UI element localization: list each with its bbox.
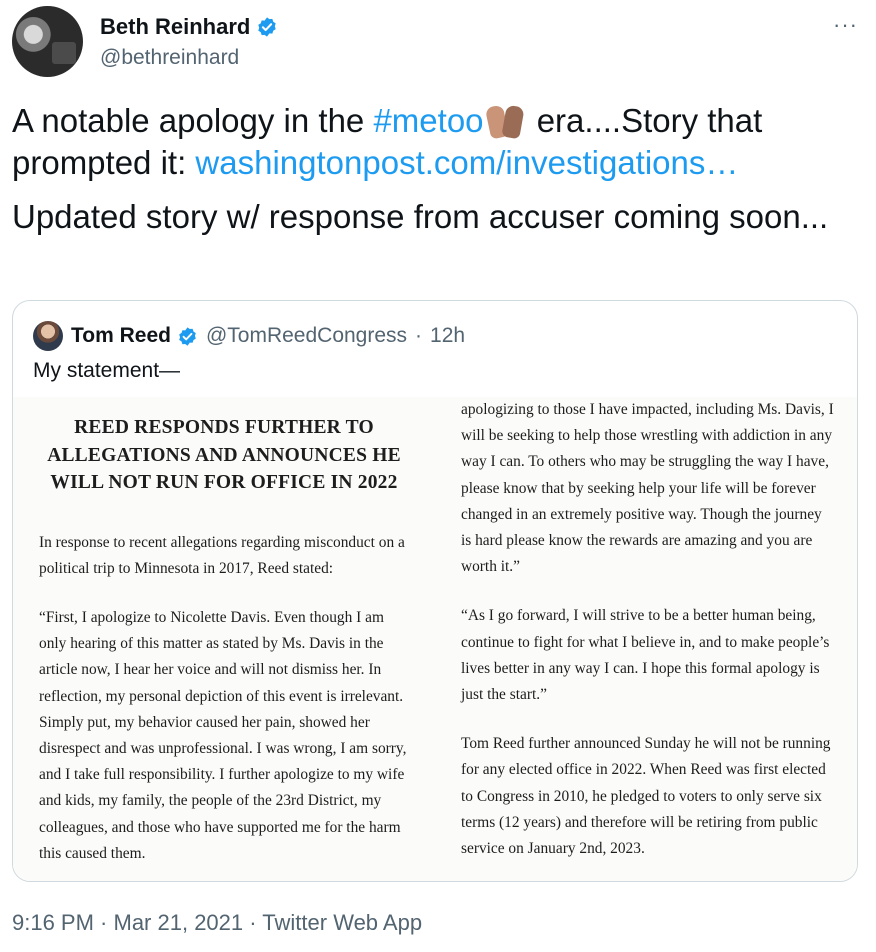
- statement-paragraph: “First, I apologize to Nicolette Davis. …: [39, 608, 407, 862]
- author-name[interactable]: Beth Reinhard: [100, 14, 250, 40]
- statement-image[interactable]: REED RESPONDS FURTHER TO ALLEGATIONS AND…: [13, 397, 857, 881]
- statement-left-column: REED RESPONDS FURTHER TO ALLEGATIONS AND…: [39, 411, 409, 867]
- statement-title: REED RESPONDS FURTHER TO ALLEGATIONS AND…: [47, 417, 401, 493]
- verified-badge-icon: [258, 17, 277, 37]
- separator: ·: [93, 910, 114, 935]
- statement-right-column: apologizing to those I have impacted, in…: [461, 397, 835, 862]
- quoted-tweet-text: My statement—: [33, 359, 181, 382]
- quoted-tweet-time: 12h: [430, 324, 466, 347]
- quoted-tweet-header: Tom Reed @TomReedCongress · 12h: [33, 321, 465, 351]
- tweet-metadata: 9:16 PM · Mar 21, 2021 · Twitter Web App: [12, 910, 422, 936]
- statement-paragraph: In response to recent allegations regard…: [39, 533, 405, 577]
- tweet-header: Beth Reinhard @bethreinhard ···: [12, 6, 864, 77]
- raised-hands-emoji-icon: [484, 102, 528, 140]
- separator: ·: [243, 910, 263, 935]
- quoted-tweet[interactable]: Tom Reed @TomReedCongress · 12h My state…: [12, 300, 858, 882]
- more-options-icon[interactable]: ···: [833, 14, 858, 36]
- tweet-paragraph-2: Updated story w/ response from accuser c…: [12, 198, 829, 235]
- verified-badge-icon: [179, 326, 196, 346]
- quoted-author-handle: @TomReedCongress: [205, 324, 408, 347]
- author-name-row: Beth Reinhard: [100, 14, 278, 40]
- statement-paragraph: Tom Reed further announced Sunday he wil…: [461, 735, 831, 858]
- source-app-link[interactable]: Twitter Web App: [262, 910, 422, 935]
- article-link[interactable]: washingtonpost.com/investigations…: [195, 144, 738, 181]
- hashtag-metoo-link[interactable]: #metoo: [373, 102, 483, 139]
- quoted-author-avatar: [33, 321, 63, 351]
- dot-separator: ·: [415, 324, 423, 347]
- tweet-text-part: A notable apology in the: [12, 102, 374, 139]
- author-avatar[interactable]: [12, 6, 83, 77]
- tweet-time[interactable]: 9:16 PM: [12, 910, 94, 935]
- statement-paragraph: apologizing to those I have impacted, in…: [461, 401, 834, 576]
- tweet-body: A notable apology in the #metoo era....S…: [12, 100, 852, 250]
- author-handle[interactable]: @bethreinhard: [100, 46, 239, 70]
- statement-paragraph: “As I go forward, I will strive to be a …: [461, 607, 830, 704]
- quoted-author-name: Tom Reed: [71, 324, 171, 347]
- tweet-paragraph-1: A notable apology in the #metoo era....S…: [12, 100, 852, 184]
- tweet-date[interactable]: Mar 21, 2021: [114, 910, 244, 935]
